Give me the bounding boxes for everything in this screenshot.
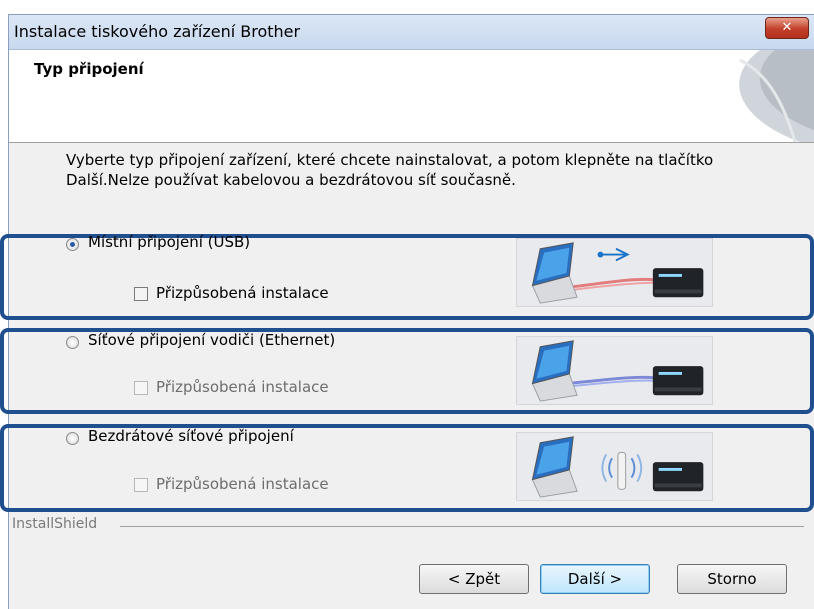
custom-install-checkbox-ethernet[interactable] [134, 381, 148, 395]
installshield-brand: InstallShield [12, 516, 98, 532]
radio-ethernet[interactable] [66, 336, 79, 349]
instruction-line-2: Další.Nelze používat kabelovou a bezdrát… [66, 171, 516, 189]
header-decoration-art [739, 50, 814, 142]
custom-install-label-wireless[interactable]: Přizpůsobená instalace [156, 475, 329, 493]
radio-wireless[interactable] [66, 432, 79, 445]
radio-label-ethernet[interactable]: Síťové připojení vodiči (Ethernet) [88, 331, 335, 349]
next-button[interactable]: Další > [540, 564, 650, 594]
back-button[interactable]: < Zpět [419, 564, 529, 594]
window-title: Instalace tiskového zařízení Brother [14, 22, 301, 41]
instruction-line-1: Vyberte typ připojení zařízení, které ch… [66, 151, 714, 169]
ethernet-connection-illustration [516, 336, 713, 405]
radio-label-usb[interactable]: Místní připojení (USB) [88, 233, 250, 251]
custom-install-checkbox-wireless[interactable] [134, 478, 148, 492]
usb-connection-illustration [516, 238, 713, 307]
close-button[interactable]: ✕ [765, 17, 809, 39]
custom-install-label-ethernet[interactable]: Přizpůsobená instalace [156, 378, 329, 396]
custom-install-checkbox-usb[interactable] [134, 287, 148, 301]
radio-label-wireless[interactable]: Bezdrátové síťové připojení [88, 427, 294, 445]
cancel-button[interactable]: Storno [677, 564, 787, 594]
page-title: Typ připojení [34, 60, 144, 78]
footer-divider [120, 526, 804, 527]
radio-usb[interactable] [66, 238, 79, 251]
custom-install-label-usb[interactable]: Přizpůsobená instalace [156, 284, 329, 302]
wireless-connection-illustration [516, 432, 713, 501]
instruction-text: Vyberte typ připojení zařízení, které ch… [66, 150, 766, 190]
